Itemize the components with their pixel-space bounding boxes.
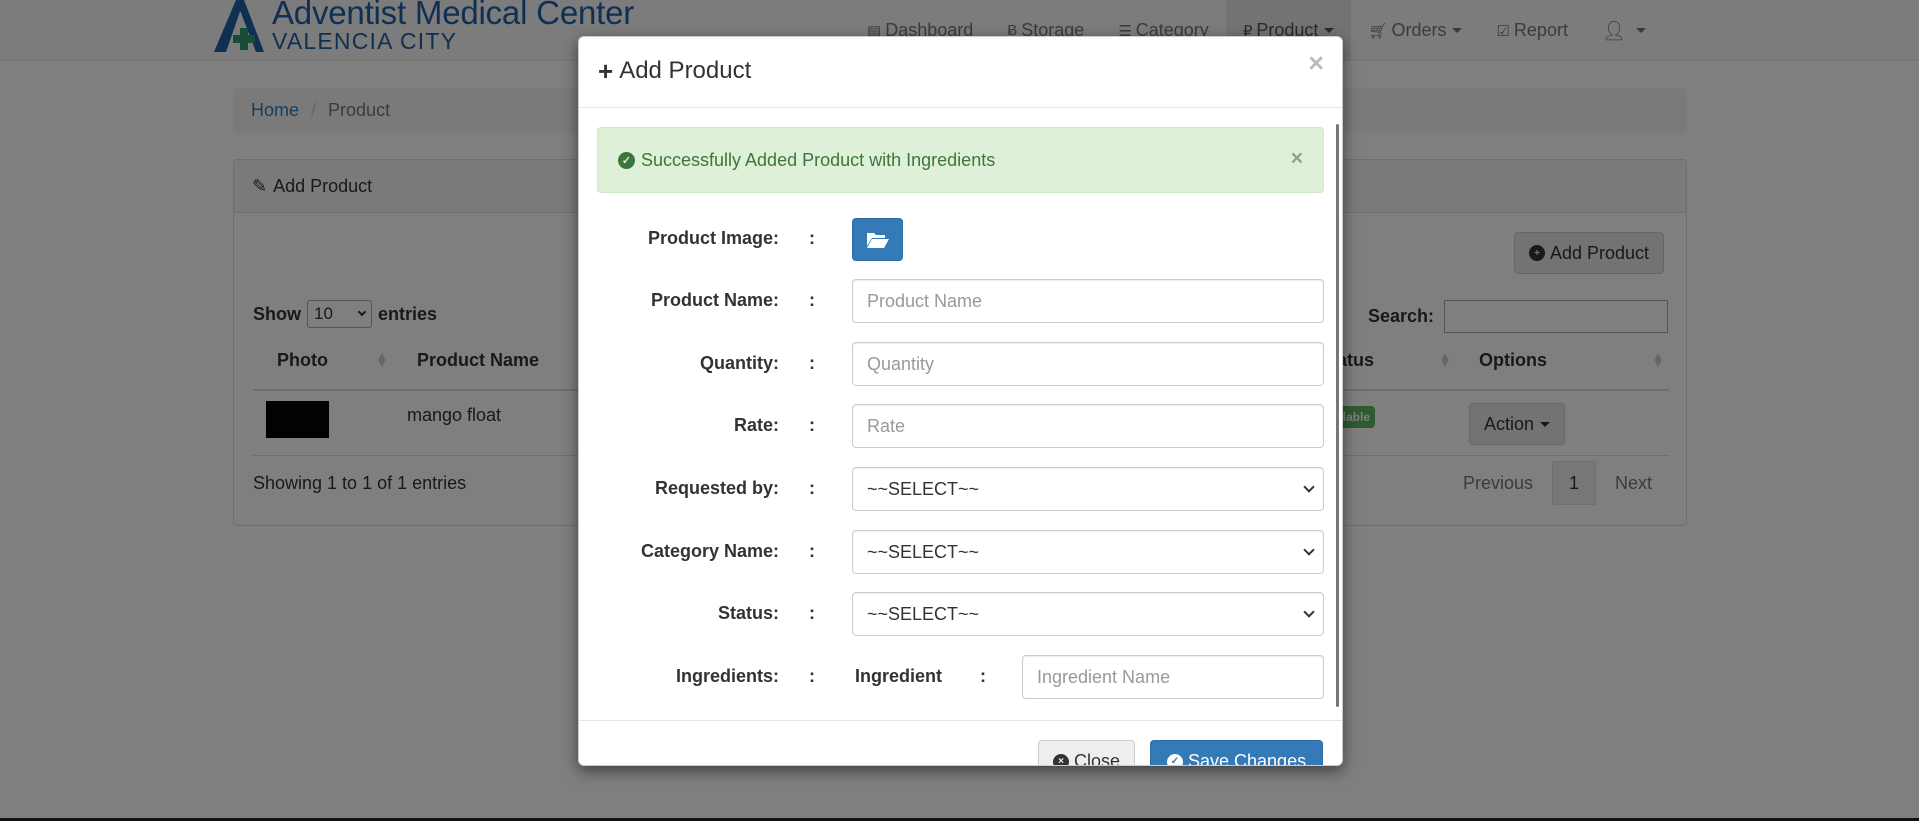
modal-scrollbar[interactable]	[1336, 124, 1339, 707]
colon: :	[809, 290, 815, 310]
close-button-label: Close	[1074, 751, 1121, 766]
category-name-value: ~~SELECT~~	[867, 541, 980, 562]
product-name-input[interactable]: Product Name	[852, 279, 1324, 323]
chevron-down-icon	[1303, 481, 1315, 493]
ingredients-label: Ingredients:	[675, 666, 779, 686]
product-image-label: Product Image:	[647, 228, 779, 248]
add-product-modal: + Add Product × ✓ Successfully Added Pro…	[578, 36, 1343, 766]
status-value: ~~SELECT~~	[867, 603, 980, 624]
status-label: Status:	[717, 603, 779, 623]
ingredient-name-input[interactable]: Ingredient Name	[1022, 655, 1324, 699]
category-name-select[interactable]: ~~SELECT~~	[852, 530, 1324, 574]
ingredient-sub-label: Ingredient	[855, 666, 943, 686]
status-select[interactable]: ~~SELECT~~	[852, 592, 1324, 636]
colon: :	[809, 415, 815, 435]
modal-body: ✓ Successfully Added Product with Ingred…	[579, 109, 1342, 720]
colon: :	[809, 228, 815, 248]
success-alert-message: Successfully Added Product with Ingredie…	[641, 149, 996, 170]
save-changes-button[interactable]: ✓ Save Changes	[1150, 740, 1324, 766]
colon: :	[809, 478, 815, 498]
close-button[interactable]: × Close	[1038, 740, 1136, 766]
colon: :	[809, 353, 815, 373]
quantity-input[interactable]: Quantity	[852, 342, 1324, 386]
chevron-down-icon	[1303, 544, 1315, 556]
product-name-label: Product Name:	[650, 290, 779, 310]
requested-by-label: Requested by:	[654, 478, 779, 498]
category-name-label: Category Name:	[640, 541, 779, 561]
modal-title-text: Add Product	[619, 57, 752, 84]
modal-title: + Add Product	[598, 57, 751, 85]
choose-image-button[interactable]	[852, 218, 903, 261]
chevron-down-icon	[1303, 606, 1315, 618]
folder-open-icon	[866, 232, 889, 248]
quantity-label: Quantity:	[700, 353, 779, 373]
check-circle-icon: ✓	[1167, 753, 1183, 765]
plus-icon: +	[598, 56, 614, 86]
rate-label: Rate:	[733, 415, 779, 435]
close-circle-icon: ×	[1053, 753, 1069, 765]
save-changes-button-label: Save Changes	[1188, 751, 1307, 766]
requested-by-select[interactable]: ~~SELECT~~	[852, 467, 1324, 511]
requested-by-value: ~~SELECT~~	[867, 478, 980, 499]
check-circle-icon: ✓	[618, 151, 635, 169]
rate-input[interactable]: Rate	[852, 404, 1324, 448]
modal-header: + Add Product ×	[579, 37, 1342, 108]
modal-close-icon[interactable]: ×	[1308, 50, 1324, 77]
colon: :	[809, 603, 815, 623]
alert-close-icon[interactable]: ×	[1291, 148, 1303, 169]
success-alert: ✓ Successfully Added Product with Ingred…	[597, 127, 1324, 193]
colon: :	[809, 541, 815, 561]
colon: :	[980, 666, 986, 686]
colon: :	[809, 666, 815, 686]
